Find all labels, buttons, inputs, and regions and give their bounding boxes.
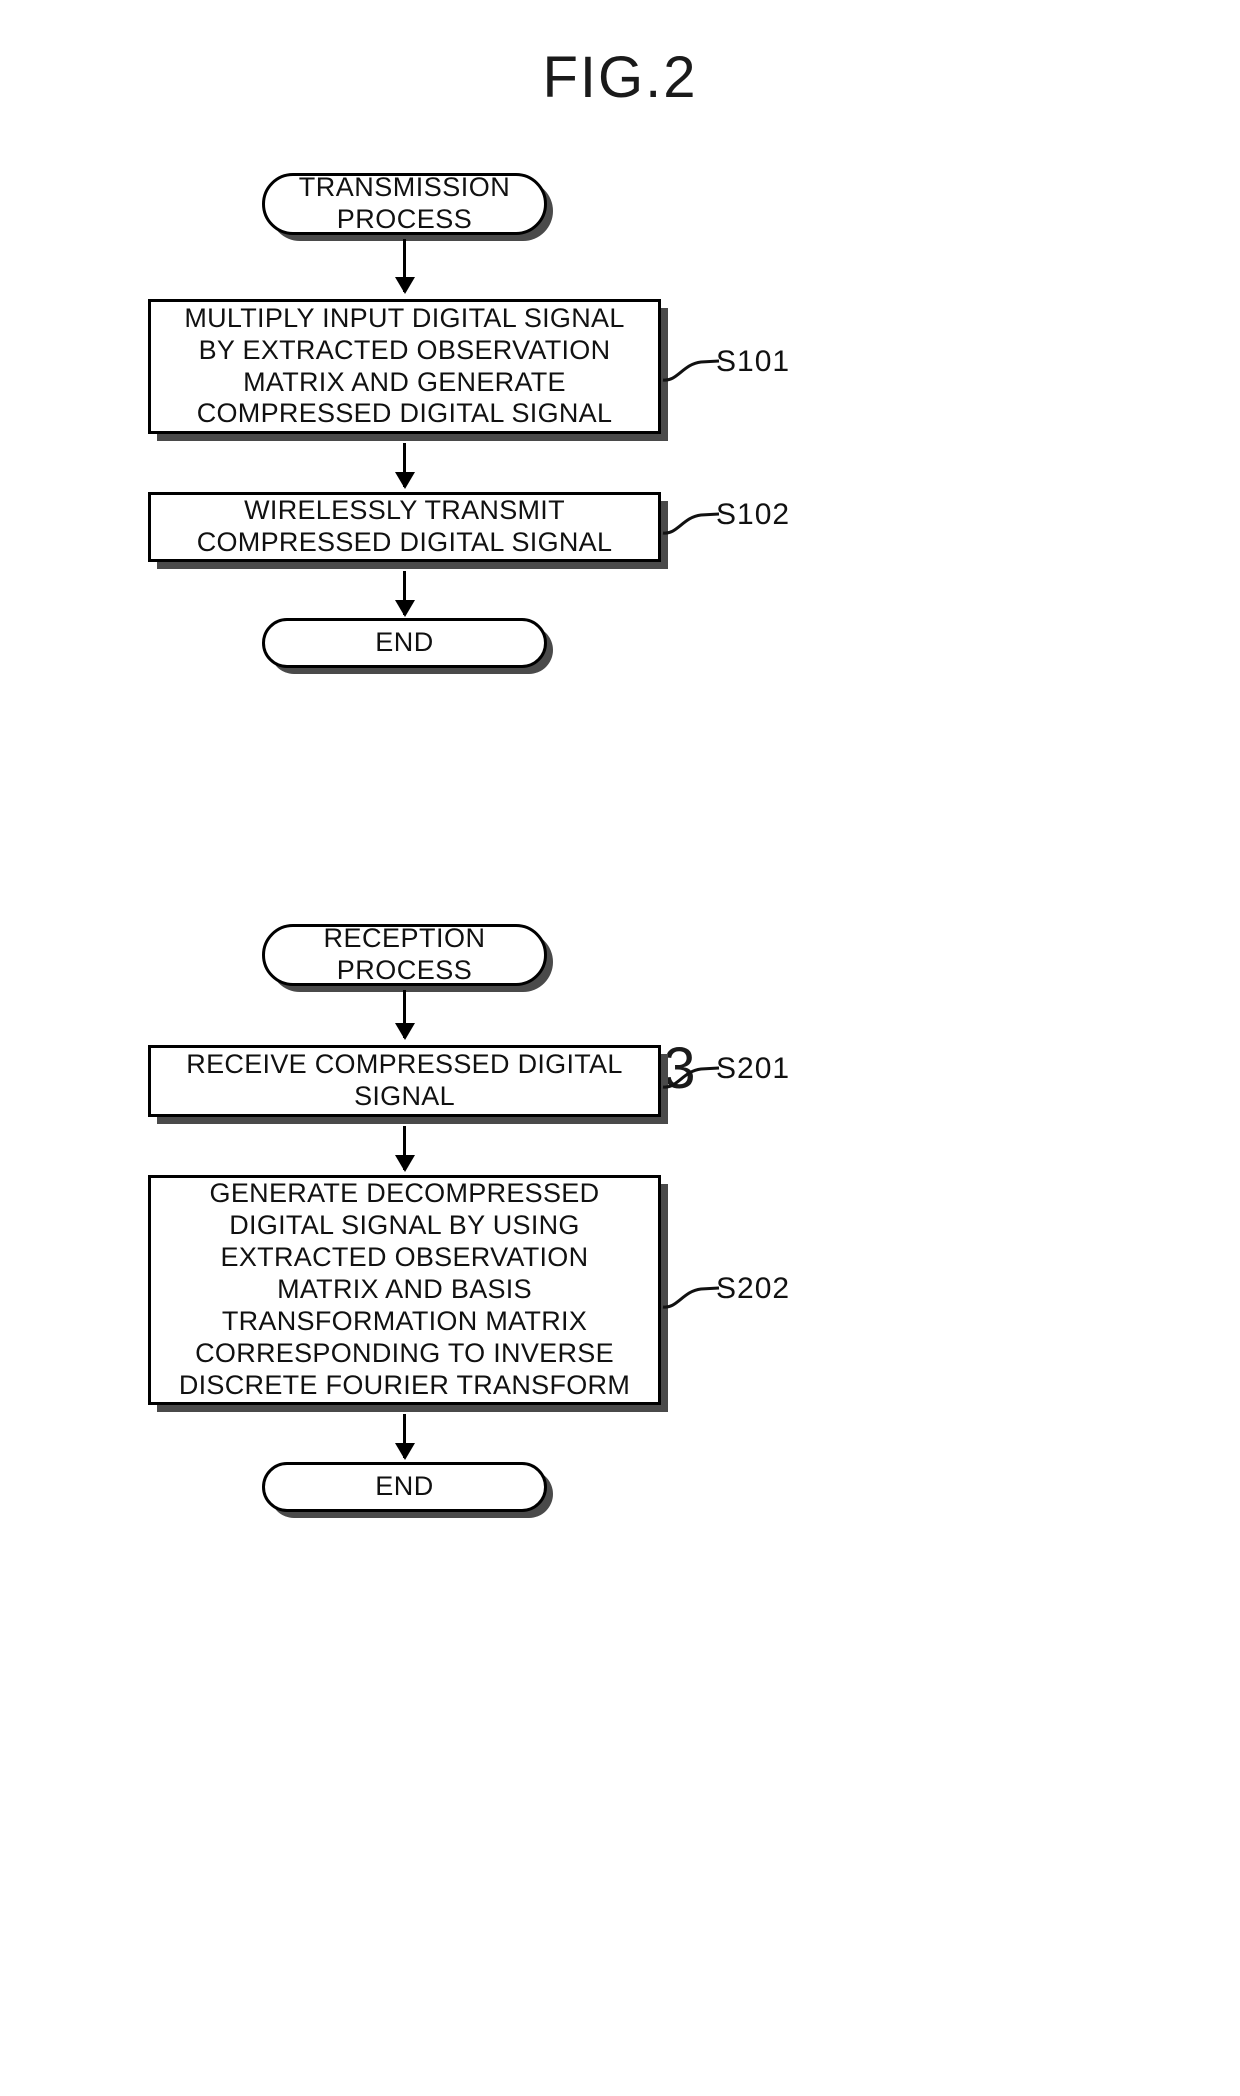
fig2-arrow-s102-to-end — [403, 571, 406, 615]
fig2-step-label-s102: S102 — [716, 498, 791, 531]
fig3-arrow-start-to-s201 — [403, 990, 406, 1038]
fig3-terminal-start-label: RECEPTION PROCESS — [323, 923, 486, 985]
fig3-terminal-end-label: END — [375, 1471, 434, 1502]
figure-3: FIG.3 RECEPTION PROCESS RECEIVE COMPRESS… — [0, 923, 1240, 2096]
fig3-process-s201: RECEIVE COMPRESSED DIGITAL SIGNAL — [148, 1045, 661, 1117]
fig3-leader-s202 — [662, 1286, 720, 1309]
fig3-terminal-end: END — [262, 1462, 547, 1512]
fig2-arrow-start-to-s101 — [403, 239, 406, 292]
fig2-leader-s101 — [662, 359, 720, 382]
fig3-arrow-s202-to-end — [403, 1414, 406, 1458]
fig2-process-s102: WIRELESSLY TRANSMIT COMPRESSED DIGITAL S… — [148, 492, 661, 562]
figure-2: FIG.2 TRANSMISSION PROCESS MULTIPLY INPU… — [0, 0, 1240, 980]
fig2-terminal-end: END — [262, 618, 547, 668]
fig2-terminal-start: TRANSMISSION PROCESS — [262, 172, 547, 235]
fig3-step-label-s202: S202 — [716, 1272, 791, 1305]
fig2-terminal-start-label: TRANSMISSION PROCESS — [298, 172, 511, 234]
fig2-process-s101: MULTIPLY INPUT DIGITAL SIGNAL BY EXTRACT… — [148, 299, 661, 434]
fig3-terminal-start: RECEPTION PROCESS — [262, 923, 547, 986]
fig2-step-label-s101: S101 — [716, 345, 791, 378]
fig3-process-s201-label: RECEIVE COMPRESSED DIGITAL SIGNAL — [186, 1049, 623, 1111]
fig2-terminal-end-label: END — [375, 627, 434, 658]
fig3-step-label-s201: S201 — [716, 1052, 791, 1085]
fig3-leader-s201 — [662, 1066, 720, 1089]
patent-figure-sheet: FIG.2 TRANSMISSION PROCESS MULTIPLY INPU… — [0, 0, 1240, 2096]
fig2-leader-s102 — [662, 512, 720, 535]
fig3-process-s202: GENERATE DECOMPRESSED DIGITAL SIGNAL BY … — [148, 1175, 661, 1405]
fig2-process-s102-label: WIRELESSLY TRANSMIT COMPRESSED DIGITAL S… — [196, 495, 613, 557]
fig3-arrow-s201-to-s202 — [403, 1126, 406, 1170]
figure-2-title: FIG.2 — [542, 45, 698, 110]
fig2-arrow-s101-to-s102 — [403, 443, 406, 487]
fig3-process-s202-label: GENERATE DECOMPRESSED DIGITAL SIGNAL BY … — [178, 1178, 631, 1400]
fig2-process-s101-label: MULTIPLY INPUT DIGITAL SIGNAL BY EXTRACT… — [184, 302, 625, 429]
